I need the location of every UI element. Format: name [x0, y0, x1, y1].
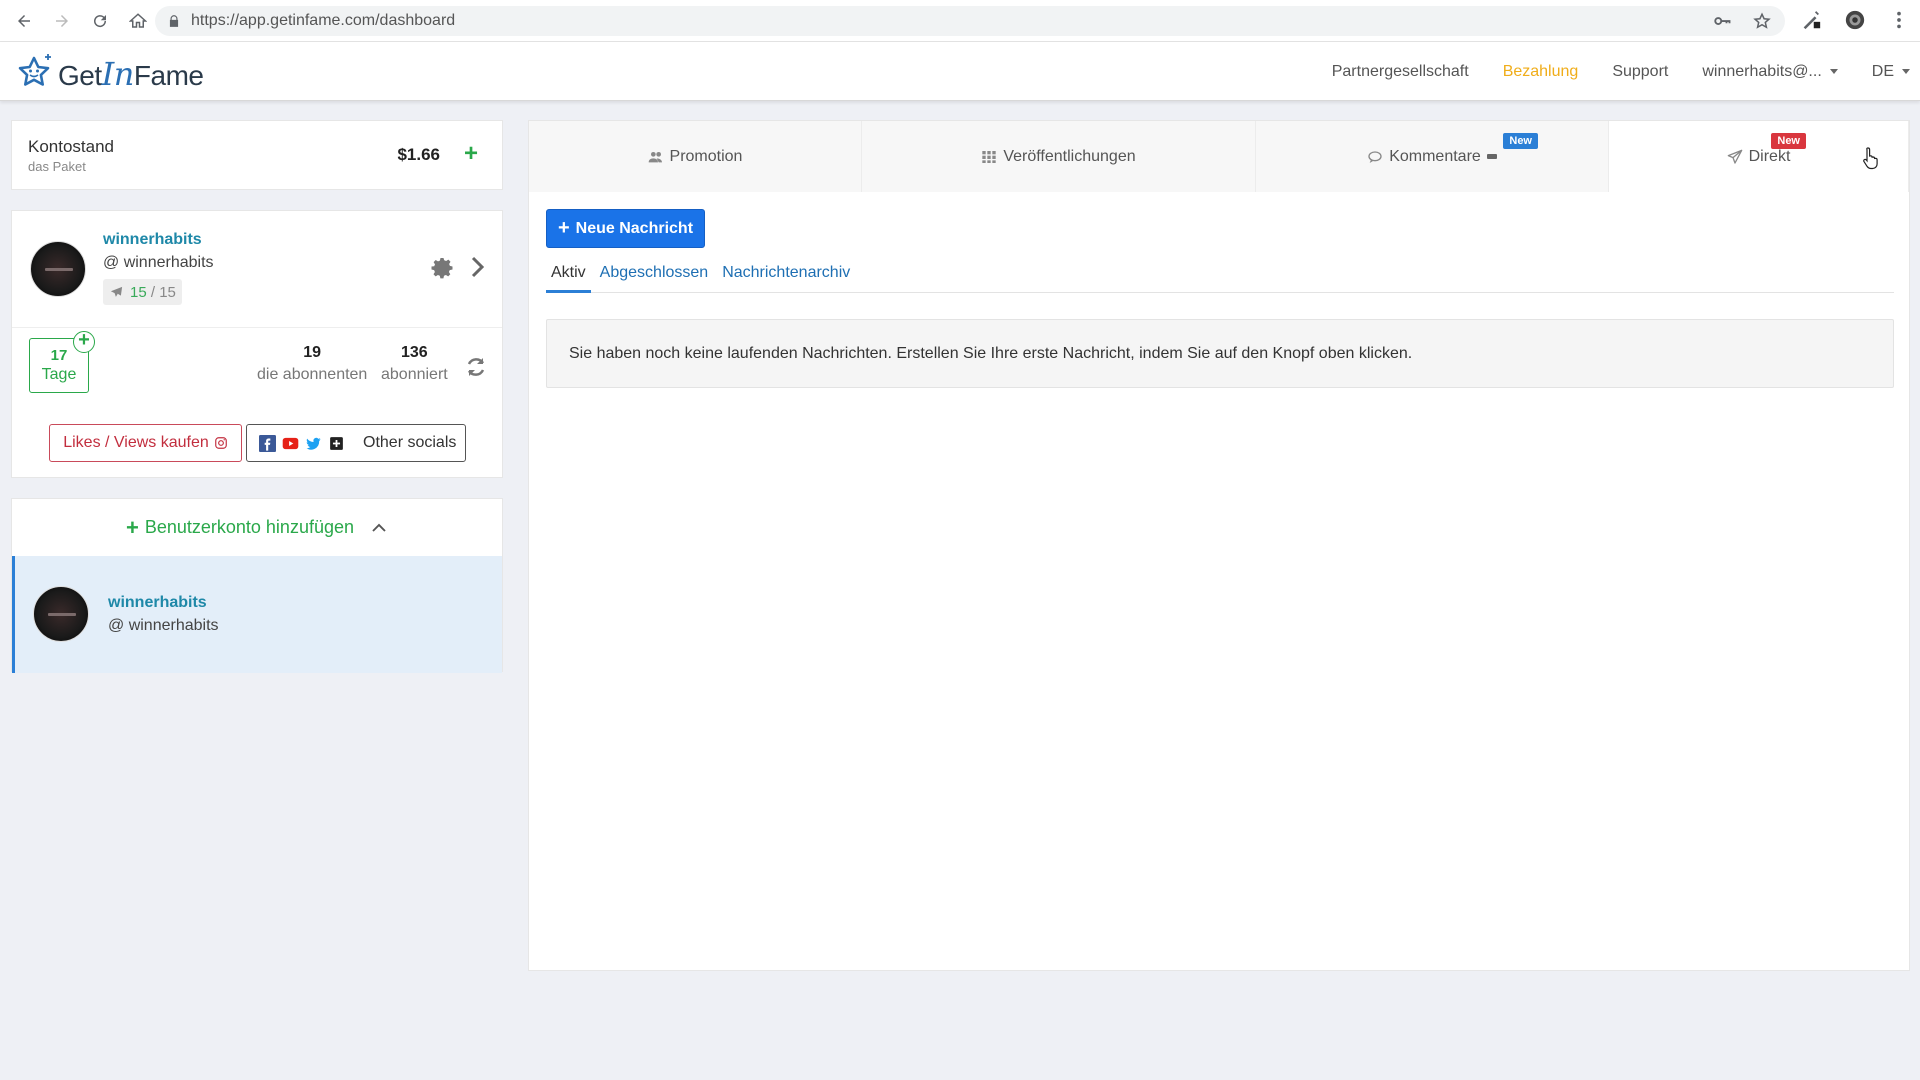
main-panel: Promotion Veröffentlichungen Kommentare …	[528, 120, 1910, 971]
add-account-panel: + Benutzerkonto hinzufügen winnerhabits …	[11, 498, 503, 673]
promo-used: 15	[130, 283, 147, 301]
following-value: 136	[401, 344, 428, 361]
facebook-icon	[259, 434, 276, 452]
plus-icon: +	[557, 217, 570, 239]
gear-icon[interactable]	[430, 256, 454, 280]
hand-cursor-icon	[1863, 147, 1878, 170]
caret-down-icon	[1829, 69, 1838, 74]
forward-icon[interactable]	[48, 7, 76, 35]
subtab-nachrichtenarchiv[interactable]: Nachrichtenarchiv	[717, 257, 855, 293]
twitter-icon	[306, 437, 321, 450]
followers-stat: 19 die abonnenten	[257, 344, 367, 384]
home-icon[interactable]	[124, 7, 152, 35]
nav-partnergesellschaft[interactable]: Partnergesellschaft	[1332, 63, 1469, 81]
divider	[12, 327, 502, 328]
tab-label: Kommentare	[1389, 147, 1481, 165]
comment-icon	[1368, 150, 1382, 163]
plus-icon: +	[125, 514, 139, 540]
caret-down-icon	[1902, 69, 1910, 74]
following-stat: 136 abonniert	[381, 344, 448, 384]
other-socials-label: Other socials	[363, 434, 457, 451]
empty-state-notice: Sie haben noch keine laufenden Nachricht…	[546, 319, 1894, 388]
add-funds-icon[interactable]: +	[464, 142, 478, 166]
buy-likes-label: Likes / Views kaufen	[63, 434, 209, 451]
days-label: Tage	[41, 366, 77, 383]
tab-label: Direkt	[1748, 147, 1791, 165]
logo[interactable]: GetInFame	[14, 52, 204, 94]
new-badge: New	[1503, 133, 1538, 149]
balance-subtitle: das Paket	[28, 159, 86, 174]
url-text: https://app.getinfame.com/dashboard	[191, 12, 456, 29]
address-bar[interactable]: https://app.getinfame.com/dashboard	[155, 6, 1785, 36]
reload-icon[interactable]	[86, 7, 114, 35]
tab-label: Promotion	[669, 147, 743, 165]
account-name[interactable]: winnerhabits	[103, 231, 202, 249]
menu-kebab-icon[interactable]	[1888, 9, 1910, 31]
chevron-up-icon	[372, 523, 386, 532]
new-message-label: Neue Nachricht	[575, 219, 694, 237]
avatar	[33, 586, 89, 642]
key-icon[interactable]	[1713, 12, 1731, 30]
plus-square-icon	[330, 436, 343, 450]
star-icon[interactable]	[1753, 12, 1771, 30]
promo-total: 15	[159, 283, 176, 301]
main-tabs: Promotion Veröffentlichungen Kommentare …	[529, 121, 1909, 192]
instagram-icon	[214, 437, 227, 449]
users-icon	[648, 151, 662, 162]
tab-veroeffentlichungen[interactable]: Veröffentlichungen	[862, 121, 1256, 192]
followers-label: die abonnenten	[257, 366, 368, 383]
balance-panel: Kontostand das Paket $1.66 +	[11, 120, 503, 190]
other-socials-button[interactable]: Other socials	[246, 424, 466, 462]
paper-plane-icon	[1727, 149, 1742, 164]
new-badge: New	[1771, 133, 1806, 149]
subtab-aktiv[interactable]: Aktiv	[546, 257, 591, 293]
refresh-icon[interactable]	[464, 355, 488, 379]
message-subtabs: Aktiv Abgeschlossen Nachrichtenarchiv	[546, 257, 1894, 293]
nav-user-menu[interactable]: winnerhabits@...	[1702, 62, 1838, 81]
rocket-icon	[110, 286, 123, 297]
account-panel: winnerhabits @ winnerhabits 15 / 15 17 T…	[11, 210, 503, 478]
followers-value: 19	[303, 344, 322, 361]
logo-text: GetInFame	[58, 55, 204, 93]
tab-promotion[interactable]: Promotion	[529, 121, 862, 192]
new-message-button[interactable]: + Neue Nachricht	[546, 209, 705, 248]
extension-icon[interactable]	[1800, 9, 1822, 31]
grid-icon	[982, 150, 997, 163]
app-header: GetInFame Partnergesellschaft Bezahlung …	[0, 42, 1920, 101]
following-label: abonniert	[381, 366, 448, 383]
nav-language[interactable]: DE	[1872, 63, 1910, 81]
back-icon[interactable]	[10, 7, 38, 35]
avatar	[30, 241, 86, 297]
add-account-label: Benutzerkonto hinzufügen	[144, 517, 354, 537]
youtube-icon	[282, 437, 299, 449]
nav-support[interactable]: Support	[1612, 63, 1668, 81]
subtab-abgeschlossen[interactable]: Abgeschlossen	[595, 257, 714, 293]
profile-avatar-icon[interactable]	[1844, 9, 1866, 31]
minus-icon	[1486, 154, 1497, 159]
tab-label: Veröffentlichungen	[1003, 147, 1136, 165]
add-days-plus-icon[interactable]: +	[73, 330, 95, 353]
buy-likes-button[interactable]: Likes / Views kaufen	[49, 424, 242, 462]
balance-title: Kontostand	[28, 137, 115, 156]
account-name: winnerhabits	[108, 594, 207, 611]
account-list-item[interactable]: winnerhabits @ winnerhabits	[12, 556, 502, 673]
chevron-right-icon[interactable]	[468, 255, 488, 279]
balance-amount: $1.66	[397, 145, 440, 164]
account-handle: @ winnerhabits	[108, 617, 219, 634]
language-label: DE	[1871, 62, 1894, 80]
add-account-toggle[interactable]: + Benutzerkonto hinzufügen	[12, 499, 502, 556]
browser-toolbar: https://app.getinfame.com/dashboard	[0, 0, 1920, 42]
tab-kommentare[interactable]: Kommentare New	[1256, 121, 1609, 192]
account-handle: @ winnerhabits	[103, 254, 214, 271]
promo-counter-badge: 15 / 15	[103, 279, 182, 305]
promo-separator: /	[150, 283, 156, 301]
lock-icon	[169, 15, 179, 27]
nav-bezahlung[interactable]: Bezahlung	[1503, 63, 1579, 81]
user-menu-label: winnerhabits@...	[1702, 62, 1822, 80]
star-logo-icon	[18, 54, 51, 86]
top-nav: Partnergesellschaft Bezahlung Support wi…	[1298, 42, 1910, 101]
